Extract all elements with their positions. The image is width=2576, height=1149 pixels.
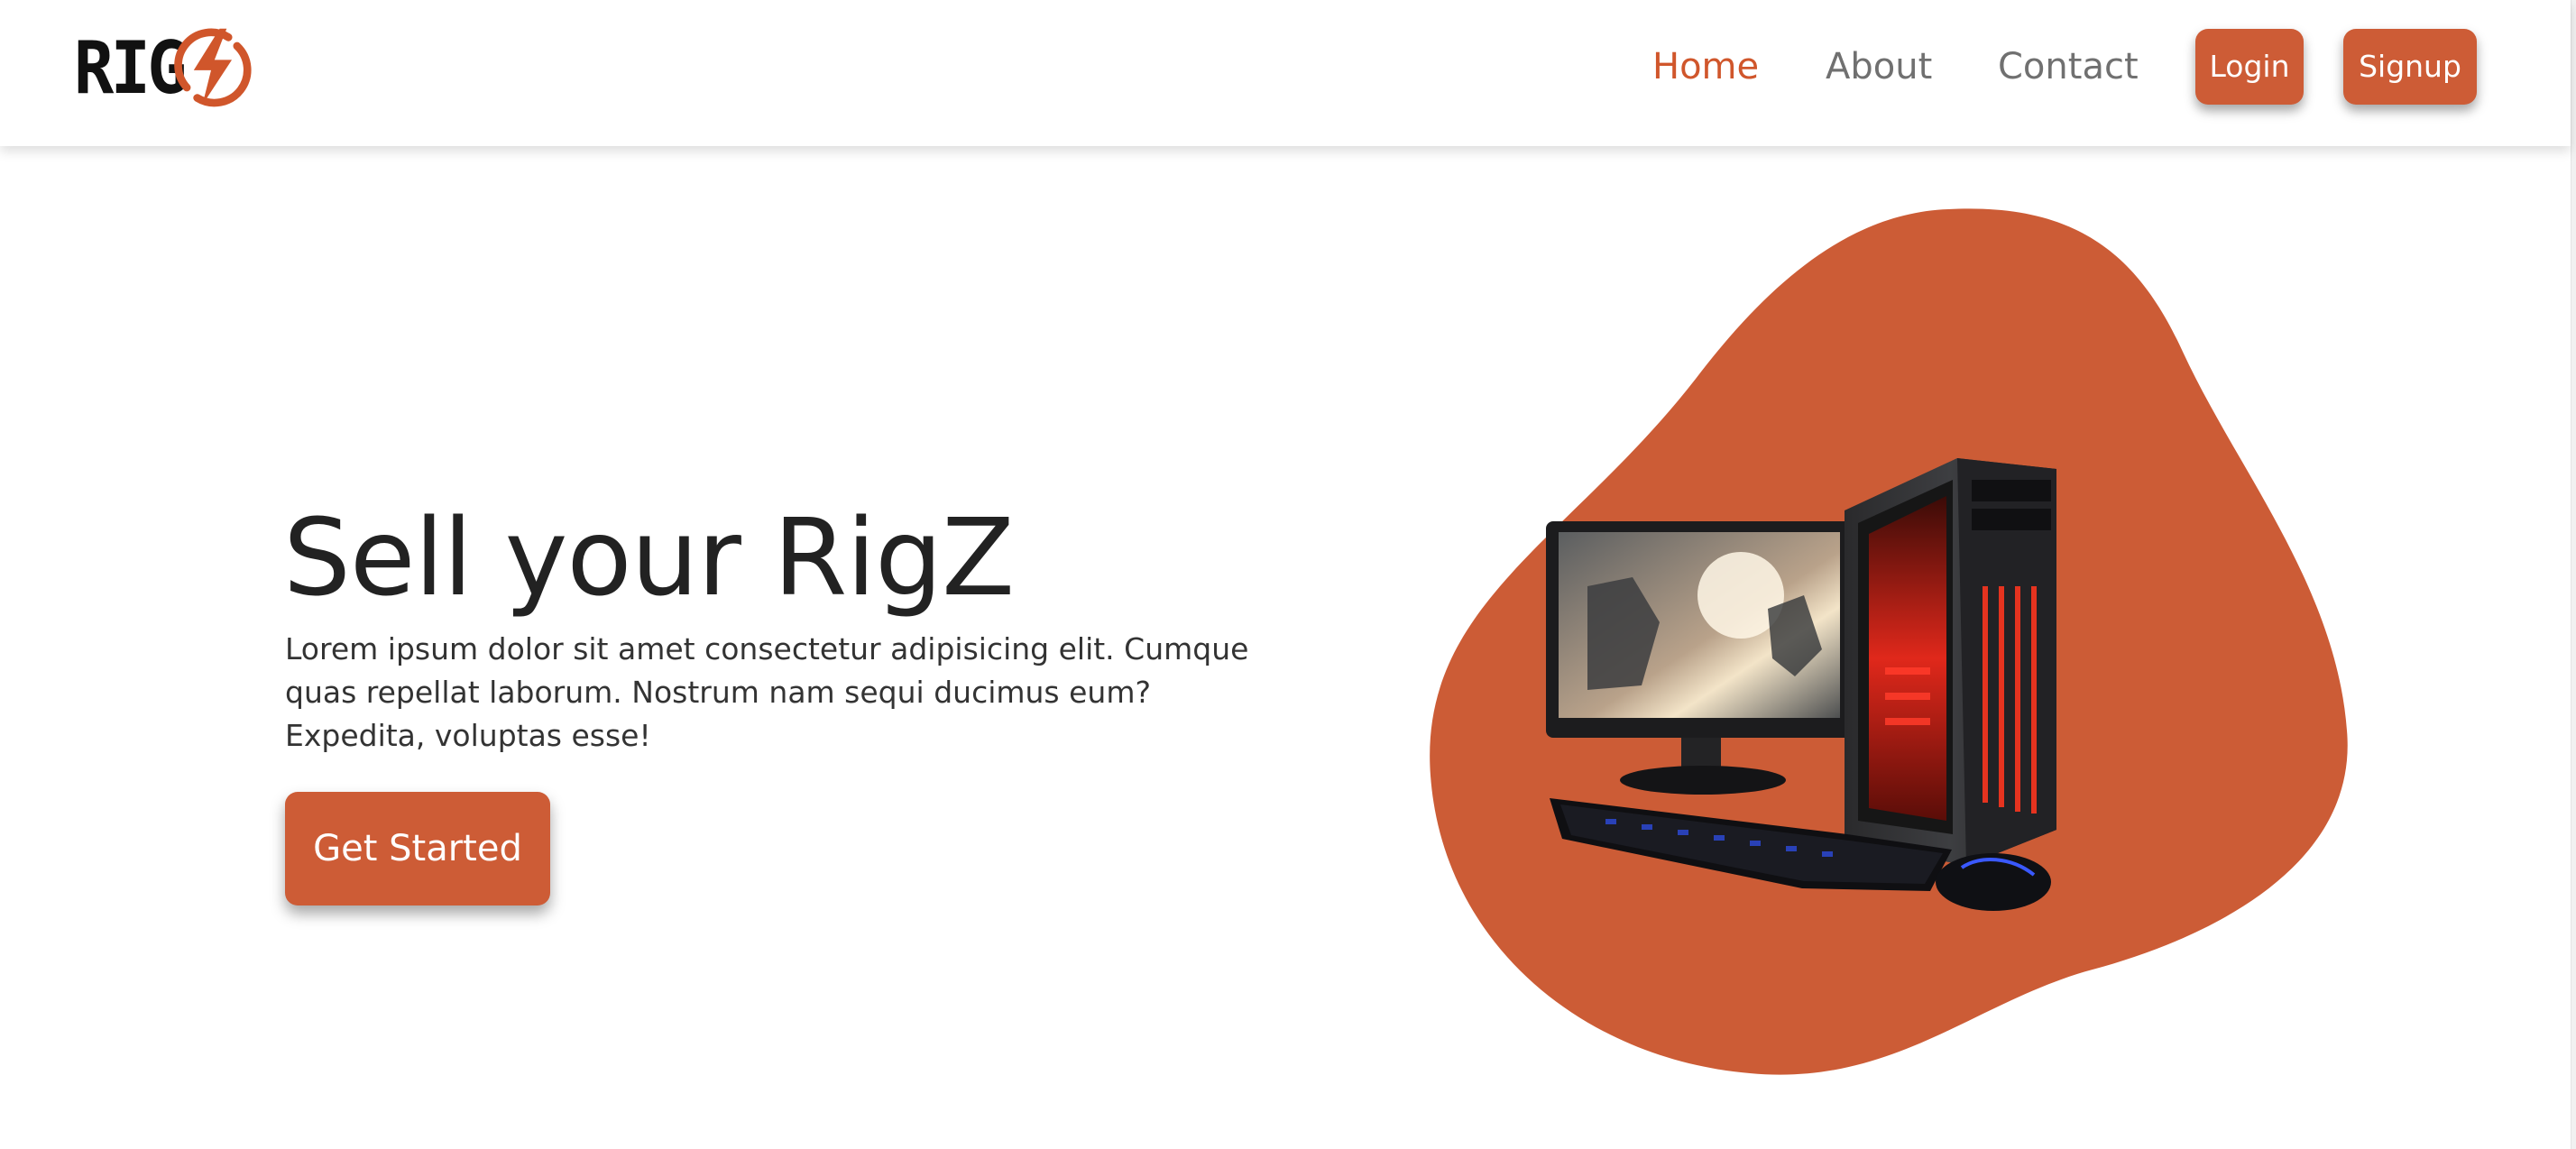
nav-link-contact[interactable]: Contact: [1998, 41, 2139, 92]
hero-description: Lorem ipsum dolor sit amet consectetur a…: [285, 631, 1249, 753]
page: RIG Home About Contact Login Signup Sell…: [0, 0, 2576, 1149]
brand-logo[interactable]: RIG: [74, 22, 272, 115]
lightning-bolt-icon: [174, 28, 252, 107]
signup-button[interactable]: Signup: [2343, 29, 2477, 105]
login-button[interactable]: Login: [2195, 29, 2304, 105]
pc-tower-graphic: [1845, 458, 2056, 866]
get-started-button[interactable]: Get Started: [285, 792, 550, 905]
vertical-scrollbar[interactable]: [2571, 0, 2576, 1149]
nav-link-about[interactable]: About: [1826, 41, 1932, 92]
nav-link-home[interactable]: Home: [1652, 41, 1759, 92]
hero-illustration: [1425, 198, 2363, 1091]
mouse-graphic: [1936, 853, 2051, 911]
navbar: RIG Home About Contact Login Signup: [0, 0, 2571, 146]
hero-title: Sell your RigZ: [283, 495, 1015, 620]
hero-image: [1430, 208, 2348, 1075]
